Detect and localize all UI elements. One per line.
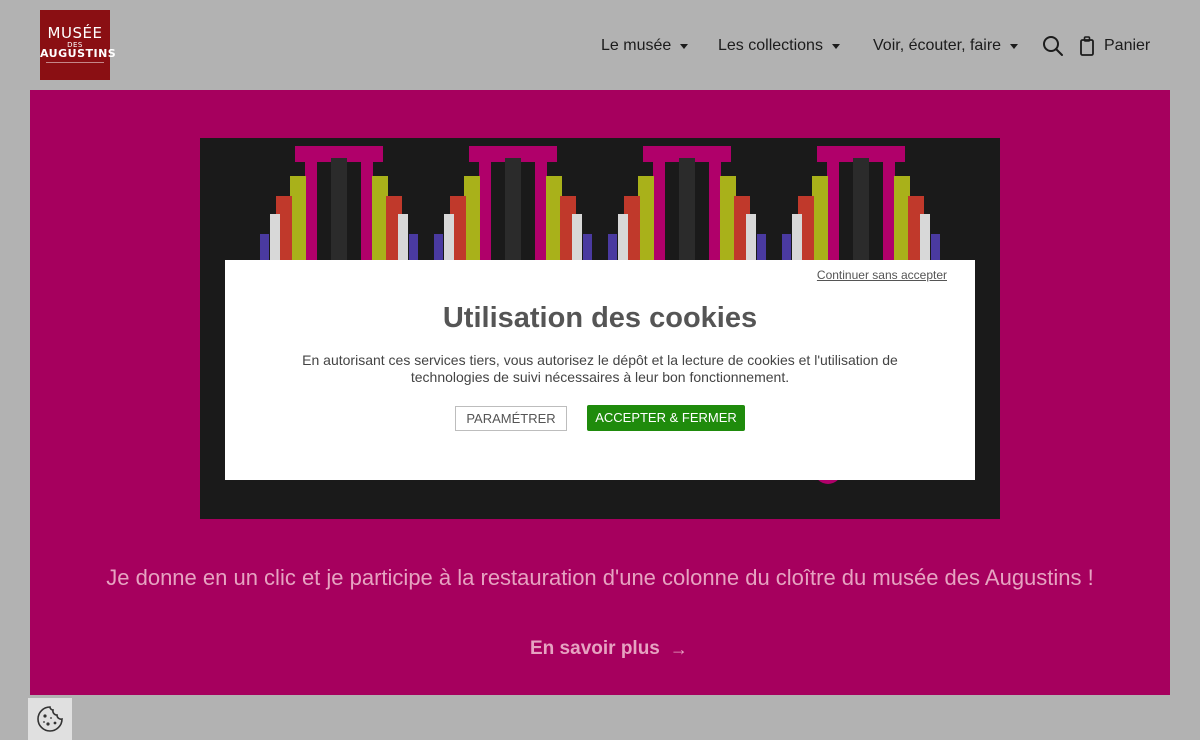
shopping-bag-icon xyxy=(1080,36,1094,56)
nav-label: Voir, écouter, faire xyxy=(873,37,1002,54)
cookie-icon xyxy=(37,706,63,732)
nav-item-collections[interactable]: Les collections xyxy=(718,34,840,58)
cookie-consent-dialog: Continuer sans accepter Utilisation des … xyxy=(225,260,975,480)
nav-label: Les collections xyxy=(718,37,823,54)
museum-logo[interactable]: MUSÉE DES AUGUSTINS xyxy=(40,10,117,80)
cart-label: Panier xyxy=(1104,37,1151,54)
search-icon[interactable] xyxy=(1042,35,1064,57)
caret-down-icon xyxy=(1010,43,1019,49)
nav-item-le-musee[interactable]: Le musée xyxy=(601,34,689,58)
cookie-dialog-text: En autorisant ces services tiers, vous a… xyxy=(302,352,898,385)
accept-and-close-button[interactable]: ACCEPTER & FERMER xyxy=(587,405,745,431)
cookie-settings-button[interactable] xyxy=(28,698,72,740)
logo-divider xyxy=(46,62,104,63)
site-header: MUSÉE DES AUGUSTINS Le musée Les collect… xyxy=(0,0,1200,90)
learn-more-label: En savoir plus xyxy=(530,638,660,659)
cookie-dialog-title: Utilisation des cookies xyxy=(442,302,758,334)
logo-line-1: MUSÉE xyxy=(47,24,103,42)
arrow-right-icon: → xyxy=(669,638,688,659)
nav-item-voir-ecouter-faire[interactable]: Voir, écouter, faire xyxy=(873,34,1019,58)
hero-headline: Je donne en un clic et je participe à la… xyxy=(106,565,1094,590)
nav-label: Le musée xyxy=(601,37,672,54)
logo-line-3: AUGUSTINS xyxy=(40,47,117,60)
cart-button[interactable]: Panier xyxy=(1079,34,1150,58)
caret-down-icon xyxy=(831,43,840,49)
settings-button[interactable]: PARAMÉTRER xyxy=(455,406,567,431)
learn-more-link[interactable]: En savoir plus → xyxy=(530,638,688,660)
caret-down-icon xyxy=(680,43,689,49)
continue-without-accepting-link[interactable]: Continuer sans accepter xyxy=(817,268,947,282)
